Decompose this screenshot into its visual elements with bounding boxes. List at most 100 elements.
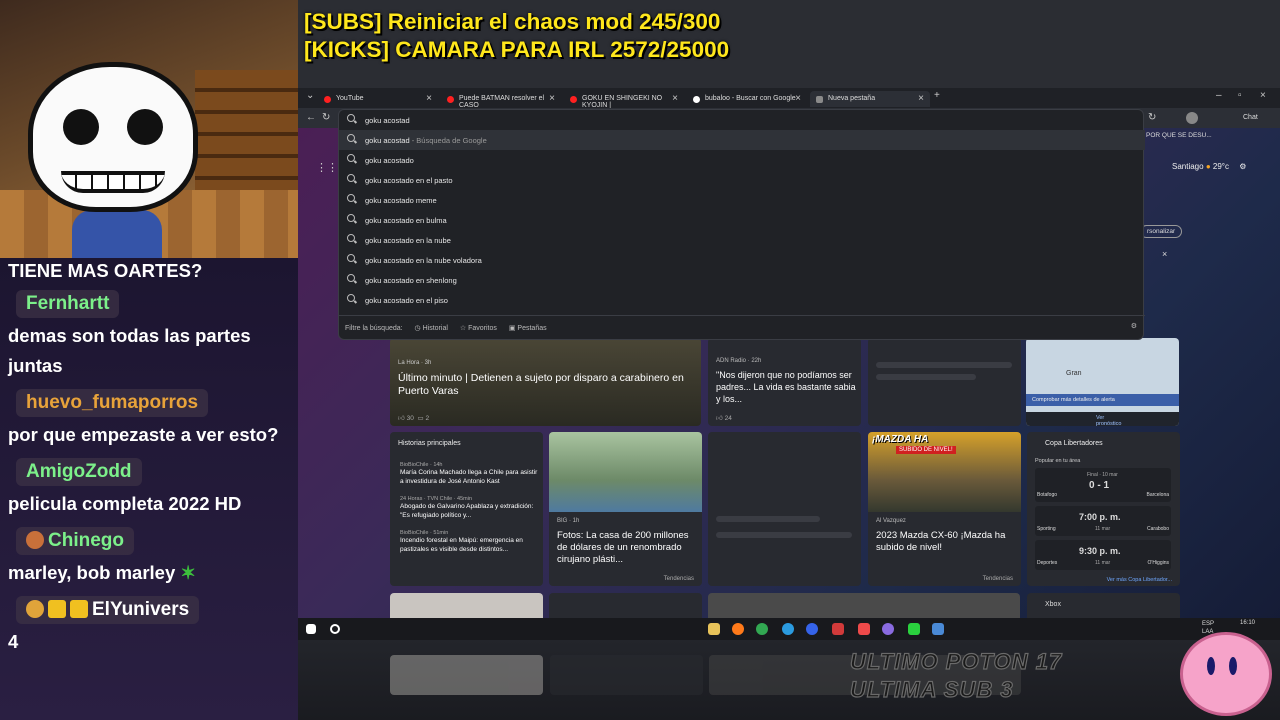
suggestion-item[interactable]: goku acostado en el piso [339, 290, 1145, 310]
close-tab-icon[interactable]: × [918, 93, 924, 104]
tabs-filter[interactable]: ▣ Pestañas [509, 325, 547, 332]
match-row[interactable]: Botafogo Final · 10 mar 0 - 1 Barcelona [1035, 468, 1171, 502]
new-tab-icon[interactable]: + [934, 90, 940, 101]
edge-icon[interactable] [782, 623, 794, 635]
chrome-profile-icon[interactable] [806, 623, 818, 635]
chat-username[interactable]: Fernhartt [16, 290, 120, 318]
close-window-icon[interactable]: × [1260, 90, 1266, 101]
news-card-big[interactable]: BIG · 1h Fotos: La casa de 200 millones … [549, 432, 702, 586]
chrome-icon[interactable] [756, 623, 768, 635]
news-card-mazda[interactable]: ¡MAZDA HA SUBIDO DE NIVEL! Al Vazquez 20… [868, 432, 1021, 586]
last-donation-label: ULTIMO POTON [849, 648, 1029, 674]
like-icon[interactable]: 👍︎ [398, 415, 405, 422]
weather-map-card[interactable]: Gran Comprobar más detalles de alerta Ve… [1026, 338, 1179, 426]
filter-settings-icon[interactable]: ⚙ [1131, 322, 1137, 330]
app-icon-purple[interactable] [882, 623, 894, 635]
app-icon-vegas[interactable] [858, 623, 870, 635]
story-item[interactable]: 24 Horas · TVN Chile · 45min Abogado de G… [400, 496, 540, 520]
suggestion-item[interactable]: goku acostad - Búsqueda de Google [339, 130, 1145, 150]
suggestion-item[interactable]: goku acostado en el pasto [339, 170, 1145, 190]
news-title[interactable]: "Nos dijeron que no podíamos ser padres.… [716, 369, 856, 405]
match-score: 0 - 1 [1089, 480, 1110, 491]
forecast-link[interactable]: Ver pronóstico completo [1026, 412, 1179, 426]
tab-actions-icon[interactable]: ⌄ [306, 90, 314, 101]
app-icon-red[interactable] [832, 623, 844, 635]
suggestion-text: goku acostado en bulma [365, 216, 447, 225]
address-input[interactable]: goku acostad [365, 116, 410, 125]
settings-gear-icon[interactable]: ⚙ [1239, 162, 1246, 171]
tab-batman[interactable]: Puede BATMAN resolver el CASO × [441, 91, 561, 109]
news-title[interactable]: 2023 Mazda CX-60 ¡Mazda ha subido de niv… [876, 530, 1018, 554]
comment-icon[interactable]: ▭ [417, 415, 423, 422]
news-title[interactable]: Último minuto | Detienen a sujeto por di… [398, 372, 688, 398]
explorer-icon[interactable] [708, 623, 720, 635]
chat-message: Chinego marley, bob marley ✶ [8, 519, 292, 588]
more-link[interactable]: Ver más Copa Libertador... [1107, 577, 1172, 583]
match-row[interactable]: Deportes 9:30 p. m. 11 mar O'Higgins [1035, 540, 1171, 570]
search-icon [347, 274, 355, 282]
close-tab-icon[interactable]: × [795, 93, 801, 104]
top-stories-card[interactable]: Historias principales BioBioChile · 14h M… [390, 432, 543, 586]
news-card-adn[interactable]: ADN Radio · 22h "Nos dijeron que no podí… [708, 338, 861, 426]
suggestion-text: goku acostado en la nube voladora [365, 256, 482, 265]
chat-username-box[interactable]: ElYunivers [16, 596, 200, 624]
like-icon[interactable]: 👍︎ [716, 415, 723, 422]
story-item[interactable]: BioBioChile · 51min Incendio forestal en … [400, 530, 540, 554]
maximize-icon[interactable]: ▫ [1238, 90, 1242, 101]
news-title[interactable]: Fotos: La casa de 200 millones de dólare… [557, 530, 699, 566]
history-filter[interactable]: ◷ Historial [415, 325, 448, 332]
tab-youtube[interactable]: YouTube × [318, 91, 438, 107]
refresh-icon[interactable]: ↻ [322, 112, 330, 123]
suggestion-text: goku acostad [365, 136, 410, 145]
alert-link[interactable]: Comprobar más detalles de alerta [1026, 394, 1179, 406]
tab-goku[interactable]: GOKU EN SHINGEKI NO KYOJIN | × [564, 91, 684, 109]
match-row[interactable]: Sporting 7:00 p. m. 11 mar Carabobo [1035, 506, 1171, 536]
minimize-icon[interactable]: – [1216, 90, 1222, 101]
app-icon-green[interactable] [908, 623, 920, 635]
suggestion-item[interactable]: goku acostado meme [339, 190, 1145, 210]
suggestion-text: goku acostado en shenlong [365, 276, 457, 285]
search-icon [347, 234, 355, 242]
steam-icon[interactable] [932, 623, 944, 635]
match-status: 11 mar [1095, 560, 1111, 566]
tab-label: bubaloo - Buscar con Google [705, 95, 796, 102]
refresh-icon-right[interactable]: ↻ [1148, 112, 1156, 123]
weather-widget[interactable]: Santiago ● 29°c ⚙ [1172, 162, 1246, 171]
back-icon[interactable]: ← [306, 112, 316, 123]
suggestion-item[interactable]: goku acostado en bulma [339, 210, 1145, 230]
chat-button[interactable]: Chat [1243, 114, 1258, 121]
tab-new[interactable]: Nueva pestaña × [810, 91, 930, 107]
sans-avatar [28, 62, 198, 212]
news-reactions: 👍︎ 30 ▭ 2 [398, 414, 429, 422]
away-team: Barcelona [1146, 492, 1169, 498]
suggestion-item[interactable]: goku acostado en la nube voladora [339, 250, 1145, 270]
chat-username[interactable]: AmigoZodd [16, 458, 142, 486]
story-item[interactable]: BioBioChile · 14h María Corina Machado ll… [400, 462, 540, 486]
close-panel-icon[interactable]: × [1162, 249, 1167, 259]
suggestion-item[interactable]: goku acostado en la nube [339, 230, 1145, 250]
tab-bubaloo[interactable]: bubaloo - Buscar con Google × [687, 91, 807, 107]
close-tab-icon[interactable]: × [549, 93, 555, 104]
start-icon[interactable] [306, 624, 316, 634]
close-tab-icon[interactable]: × [426, 93, 432, 104]
clock[interactable]: 16:10 [1240, 620, 1255, 626]
chat-username-box[interactable]: Chinego [16, 527, 134, 555]
favorites-filter[interactable]: ☆ Favoritos [460, 325, 497, 332]
suggestion-hint: - Búsqueda de Google [409, 136, 487, 145]
sports-card[interactable]: Copa Libertadores Popular en tu área Bot… [1027, 432, 1180, 586]
history-icon: ◷ [414, 325, 421, 332]
bookmark-item[interactable]: POR QUE SE DESU... [1146, 132, 1212, 139]
tab-label: Puede BATMAN resolver el CASO [459, 95, 545, 109]
profile-avatar[interactable] [1186, 112, 1198, 124]
address-input-row[interactable]: goku acostad [339, 110, 1145, 130]
firefox-icon[interactable] [732, 623, 744, 635]
chat-username[interactable]: huevo_fumaporros [16, 389, 209, 417]
close-tab-icon[interactable]: × [672, 93, 678, 104]
tab-strip: ⌄ YouTube × Puede BATMAN resolver el CASO… [298, 88, 1280, 109]
personalize-button[interactable]: rsonalizar [1140, 225, 1183, 238]
search-icon[interactable] [330, 624, 340, 634]
chat-message: ElYunivers 4 [8, 588, 292, 657]
suggestion-item[interactable]: goku acostado [339, 150, 1145, 170]
suggestion-item[interactable]: goku acostado en shenlong [339, 270, 1145, 290]
news-hero-card[interactable]: La Hora · 3h Último minuto | Detienen a … [390, 338, 701, 426]
